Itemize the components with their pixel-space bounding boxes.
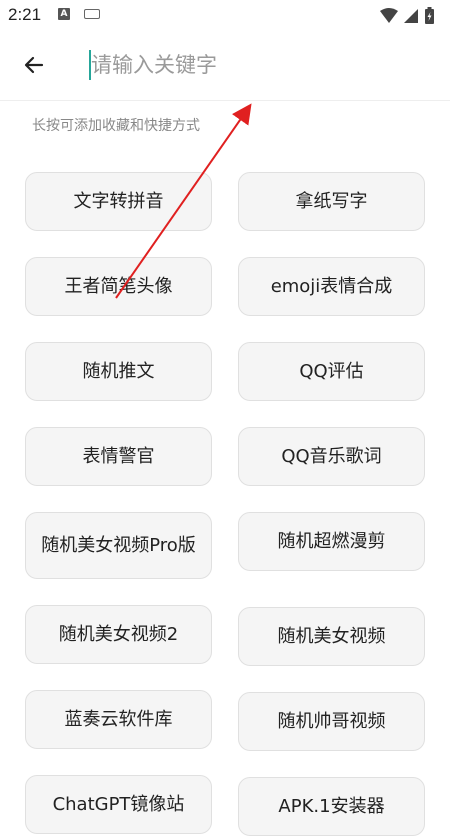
status-time: 2:21 (8, 5, 42, 24)
keyboard-icon (84, 9, 100, 19)
tool-card[interactable]: 王者简笔头像 (25, 257, 212, 316)
notification-a-icon: A (58, 8, 70, 20)
tool-card[interactable]: 表情警官 (25, 427, 212, 486)
cellular-icon (404, 9, 418, 23)
back-button[interactable] (14, 45, 54, 85)
tool-card[interactable]: 随机推文 (25, 342, 212, 401)
tools-grid: 文字转拼音王者简笔头像 随机推文表情警官随机美女视频Pro版随机美女视频2 蓝奏云软… (25, 172, 425, 836)
status-icons (378, 6, 440, 24)
tool-card[interactable]: ChatGPT镜像站 (25, 775, 212, 834)
tools-column-right: 拿纸写字 emoji表情合成 QQ评估 QQ音乐歌词 随机超燃漫剪 随机美女视频 随机帅哥视… (238, 172, 425, 836)
tool-card[interactable]: 拿纸写字 (238, 172, 425, 231)
tool-card[interactable]: QQ音乐歌词 (238, 427, 425, 486)
tool-card[interactable]: emoji表情合成 (238, 257, 425, 316)
tools-column-left: 文字转拼音王者简笔头像 随机推文表情警官随机美女视频Pro版随机美女视频2 蓝奏云软… (25, 172, 212, 836)
search-input[interactable] (88, 48, 431, 82)
tool-card[interactable]: 蓝奏云软件库 (25, 690, 212, 749)
tool-card[interactable]: QQ评估 (238, 342, 425, 401)
tool-card[interactable]: 随机超燃漫剪 (238, 512, 425, 571)
tool-card[interactable]: 随机美女视频2 (25, 605, 212, 664)
tool-card[interactable]: 文字转拼音 (25, 172, 212, 231)
tool-card[interactable]: 随机美女视频Pro版 (25, 512, 212, 579)
arrow-left-icon (24, 56, 44, 74)
status-bar: 2:21 A (0, 0, 450, 30)
hint-text: 长按可添加收藏和快捷方式 (32, 118, 200, 134)
tool-card[interactable]: 随机帅哥视频 (238, 692, 425, 751)
wifi-icon (380, 8, 398, 23)
search-toolbar (0, 30, 450, 101)
tool-card[interactable]: APK.1安装器 (238, 777, 425, 836)
text-cursor (89, 50, 91, 80)
battery-charging-icon (425, 7, 434, 24)
tool-card[interactable]: 随机美女视频 (238, 607, 425, 666)
